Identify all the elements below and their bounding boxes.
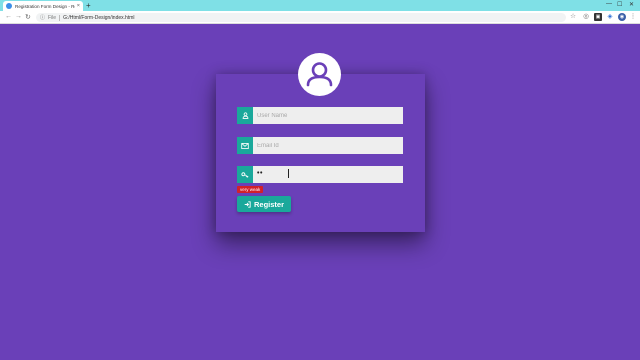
envelope-icon xyxy=(237,137,253,154)
username-input[interactable] xyxy=(253,107,403,124)
username-field xyxy=(237,107,403,124)
extension-dark-icon[interactable]: ▣ xyxy=(594,13,602,21)
address-bar[interactable]: ⓘ File G:/Html/Form-Design/index.html xyxy=(36,13,566,22)
menu-icon[interactable]: ⋮ xyxy=(629,13,637,21)
text-cursor xyxy=(288,169,289,178)
window-close-icon[interactable]: ✕ xyxy=(629,1,634,8)
new-tab-button[interactable]: + xyxy=(86,1,91,10)
user-avatar-icon xyxy=(298,53,341,96)
tab-title: Registration Form Design - Resp xyxy=(15,3,75,9)
key-icon xyxy=(237,166,253,183)
back-icon[interactable]: ← xyxy=(5,13,12,20)
password-input[interactable] xyxy=(253,166,403,183)
extension-blue-icon[interactable]: ◈ xyxy=(606,13,614,21)
info-icon: ⓘ xyxy=(40,15,46,21)
email-input[interactable] xyxy=(253,137,403,154)
password-strength-badge: very weak xyxy=(237,186,264,193)
profile-avatar-icon[interactable]: ◉ xyxy=(618,13,626,21)
forward-icon[interactable]: → xyxy=(15,13,22,20)
tab-strip: Registration Form Design - Resp × + — ☐ … xyxy=(0,0,640,11)
browser-toolbar: ← → ↻ ⓘ File G:/Html/Form-Design/index.h… xyxy=(0,11,640,24)
user-icon xyxy=(237,107,253,124)
register-label: Register xyxy=(253,199,284,209)
email-field xyxy=(237,137,403,154)
minimize-icon[interactable]: — xyxy=(606,1,612,7)
reload-icon[interactable]: ↻ xyxy=(25,13,31,21)
globe-icon xyxy=(6,3,12,9)
extension-icon[interactable]: ◎ xyxy=(582,13,590,21)
maximize-icon[interactable]: ☐ xyxy=(617,1,622,8)
url-scheme: File xyxy=(48,14,57,21)
browser-tab[interactable]: Registration Form Design - Resp × xyxy=(3,1,83,11)
password-value: •• xyxy=(257,170,263,177)
bookmark-star-icon[interactable]: ☆ xyxy=(569,13,577,21)
register-button[interactable]: Register xyxy=(237,196,291,212)
tab-close-icon[interactable]: × xyxy=(77,3,80,9)
sign-in-icon xyxy=(244,200,251,208)
url-text: G:/Html/Form-Design/index.html xyxy=(63,14,135,21)
url-separator xyxy=(59,14,61,21)
